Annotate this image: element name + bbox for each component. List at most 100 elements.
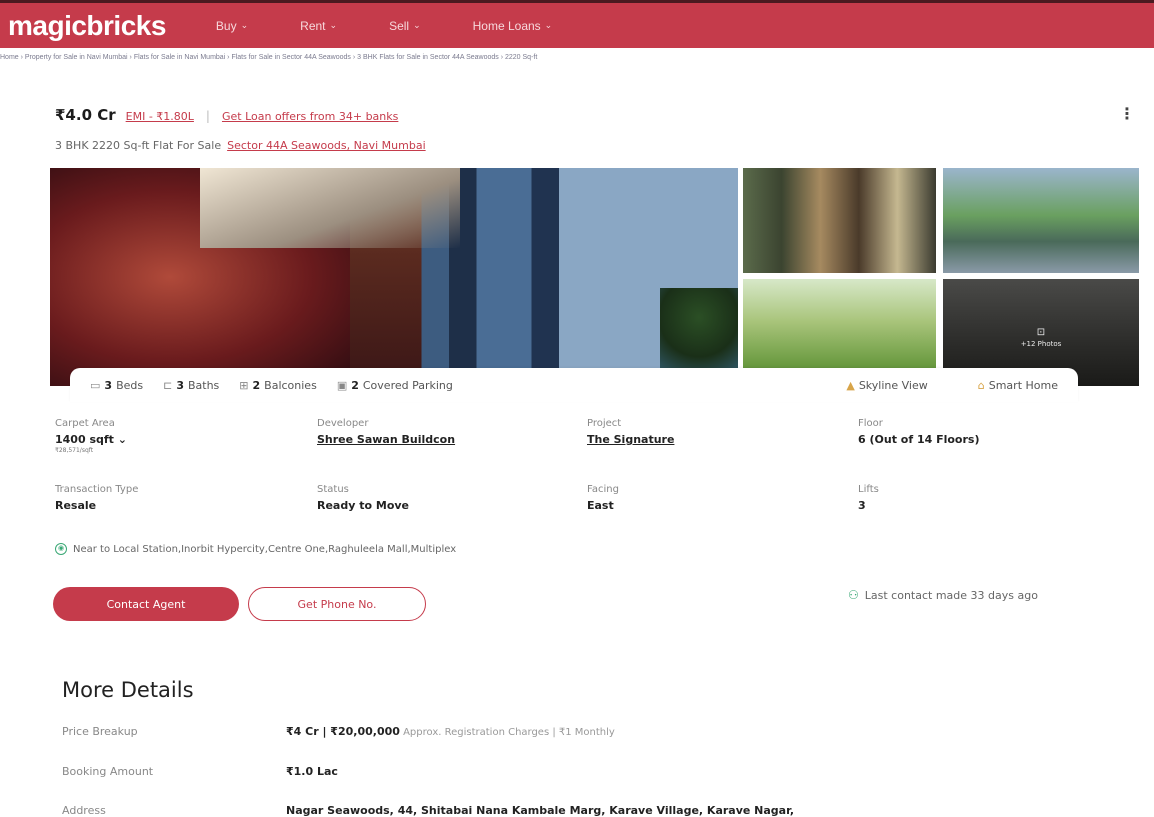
top-nav-bar: magicbricks Buy ⌄ Rent ⌄ Sell ⌄ Home Loans ⌄ <box>0 0 1154 48</box>
fact-facing: Facing East <box>587 484 827 512</box>
price-per-sqft: ₹28,571/sqft <box>55 447 94 454</box>
get-phone-button[interactable]: Get Phone No. <box>248 587 426 621</box>
amenities-right: ▲ Skyline View ⌂ Smart Home <box>826 379 1058 392</box>
person-icon: ⚇ <box>848 588 859 602</box>
listing-subtitle: 3 BHK 2220 Sq-ft Flat For Sale Sector 44A… <box>55 139 426 152</box>
nav-home-loans[interactable]: Home Loans ⌄ <box>473 19 553 33</box>
smart-home-label: Smart Home <box>988 378 1058 392</box>
contact-agent-button[interactable]: Contact Agent <box>53 587 239 621</box>
more-photos-count: +12 Photos <box>1020 340 1062 348</box>
fact-label: Status <box>317 484 349 495</box>
detail-label: Booking Amount <box>62 765 154 778</box>
nearby-text: Near to Local Station,Inorbit Hypercity,… <box>73 543 457 555</box>
detail-row-price-breakup: Price Breakup ₹4 Cr | ₹20,00,000 Approx.… <box>62 725 615 738</box>
photo-gallery: ⊡ +12 Photos <box>50 168 1139 386</box>
chevron-down-icon: ⌄ <box>113 433 127 446</box>
listing-price: ₹4.0 Cr <box>55 106 116 124</box>
chevron-down-icon: ⌄ <box>329 20 338 30</box>
main-nav: Buy ⌄ Rent ⌄ Sell ⌄ Home Loans ⌄ <box>216 19 604 33</box>
listing-location-link[interactable]: Sector 44A Seawoods, Navi Mumbai <box>227 139 426 152</box>
magicbricks-logo[interactable]: magicbricks <box>8 10 166 42</box>
more-photos-overlay: ⊡ +12 Photos <box>943 327 1139 348</box>
fact-value: 3 <box>858 499 866 512</box>
amenity-beds: ▭ 3 Beds <box>90 379 143 392</box>
fact-transaction-type: Transaction Type Resale <box>55 484 295 512</box>
amenity-smart-home: ⌂ Smart Home <box>978 379 1058 392</box>
fact-value: Resale <box>55 499 97 512</box>
lobby-ceiling <box>200 168 460 248</box>
last-contact-info: ⚇ Last contact made 33 days ago <box>848 588 1038 602</box>
nav-buy-label: Buy <box>215 18 237 33</box>
price-separator: | <box>205 109 210 123</box>
fact-project: Project The Signature <box>587 418 827 446</box>
balconies-count: 2 <box>252 378 261 392</box>
beds-count: 3 <box>104 378 113 392</box>
fact-label: Transaction Type <box>55 484 139 495</box>
fact-label: Project <box>587 418 622 429</box>
fact-floor: Floor 6 (Out of 14 Floors) <box>858 418 1098 446</box>
fact-value: Ready to Move <box>317 499 410 512</box>
fact-lifts: Lifts 3 <box>858 484 1098 512</box>
last-contact-text: Last contact made 33 days ago <box>864 588 1038 602</box>
fact-developer: Developer Shree Sawan Buildcon <box>317 418 557 446</box>
developer-link[interactable]: Shree Sawan Buildcon <box>317 433 557 446</box>
nav-sell[interactable]: Sell ⌄ <box>389 19 421 33</box>
more-options-icon[interactable]: ⋮ <box>1119 104 1135 123</box>
nav-rent[interactable]: Rent ⌄ <box>300 19 337 33</box>
baths-label: Baths <box>187 378 220 392</box>
amenity-baths: ⊏ 3 Baths <box>163 379 219 392</box>
smart-home-icon: ⌂ <box>977 378 985 392</box>
fact-status: Status Ready to Move <box>317 484 557 512</box>
chevron-down-icon: ⌄ <box>240 20 249 30</box>
photo-thumbnail-aerial[interactable] <box>943 168 1139 273</box>
beds-label: Beds <box>116 378 144 392</box>
price-breakup-value: ₹4 Cr | ₹20,00,000 <box>286 725 400 738</box>
bed-icon: ▭ <box>90 378 101 392</box>
fact-value[interactable]: 1400 sqft ⌄ <box>55 433 295 446</box>
amenities-bar: ▭ 3 Beds ⊏ 3 Baths ⊞ 2 Balconies ▣ 2 Covered Par… <box>70 368 1078 402</box>
booking-amount-value: ₹1.0 Lac <box>286 765 338 778</box>
fact-label: Developer <box>317 418 369 429</box>
photo-thumbnail-building[interactable] <box>743 168 936 273</box>
balcony-icon: ⊞ <box>239 378 249 392</box>
chevron-down-icon: ⌄ <box>413 20 421 30</box>
fact-label: Facing <box>587 484 619 495</box>
camera-icon: ⊡ <box>1036 327 1046 338</box>
fact-label: Carpet Area <box>55 418 115 429</box>
detail-value: ₹4 Cr | ₹20,00,000 Approx. Registration … <box>286 725 615 738</box>
detail-label: Address <box>62 804 106 817</box>
amenity-balconies: ⊞ 2 Balconies <box>239 379 317 392</box>
baths-count: 3 <box>176 378 184 392</box>
chevron-down-icon: ⌄ <box>544 20 553 30</box>
carpet-area-value: 1400 sqft <box>55 433 114 446</box>
parking-count: 2 <box>351 378 359 392</box>
registration-charges-text: Approx. Registration Charges | ₹1 Monthl… <box>399 727 615 738</box>
nav-buy[interactable]: Buy ⌄ <box>216 19 248 33</box>
skyline-icon: ▲ <box>846 378 855 392</box>
nav-rent-label: Rent <box>300 18 326 33</box>
nav-sell-label: Sell <box>389 18 410 33</box>
address-value: Nagar Seawoods, 44, Shitabai Nana Kambal… <box>286 804 795 817</box>
amenity-parking: ▣ 2 Covered Parking <box>337 379 453 392</box>
emi-link[interactable]: EMI - ₹1.80L <box>126 110 194 123</box>
fact-label: Lifts <box>858 484 879 495</box>
loan-offers-link[interactable]: Get Loan offers from 34+ banks <box>222 110 398 123</box>
nav-home-loans-label: Home Loans <box>472 18 541 33</box>
parking-icon: ▣ <box>336 378 348 392</box>
breadcrumb[interactable]: Home › Property for Sale in Navi Mumbai … <box>0 54 537 61</box>
detail-row-booking-amount: Booking Amount ₹1.0 Lac <box>62 765 338 778</box>
detail-label: Price Breakup <box>62 725 138 738</box>
main-photo[interactable] <box>50 168 738 386</box>
nearby-landmarks: ◉ Near to Local Station,Inorbit Hypercit… <box>55 543 456 555</box>
balconies-label: Balconies <box>264 378 317 392</box>
fact-label: Floor <box>858 418 883 429</box>
project-link[interactable]: The Signature <box>587 433 827 446</box>
fact-carpet-area: Carpet Area 1400 sqft ⌄ ₹28,571/sqft <box>55 418 295 454</box>
fact-value: East <box>587 499 614 512</box>
listing-config: 3 BHK 2220 Sq-ft Flat For Sale <box>55 139 222 152</box>
bath-icon: ⊏ <box>163 378 173 392</box>
detail-row-address: Address Nagar Seawoods, 44, Shitabai Nan… <box>62 804 794 817</box>
amenity-skyline-view: ▲ Skyline View <box>846 379 927 392</box>
parking-label: Covered Parking <box>362 378 453 392</box>
location-check-icon: ◉ <box>55 543 67 555</box>
